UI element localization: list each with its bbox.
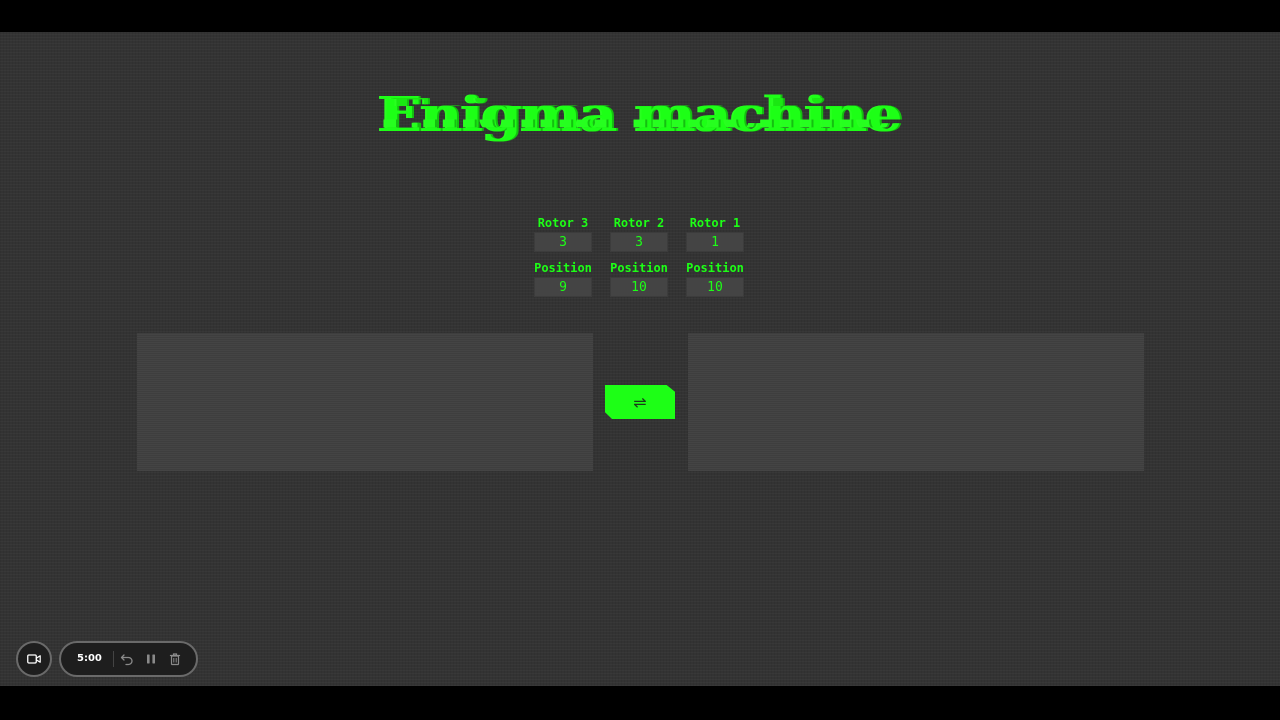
camera-button[interactable] (16, 641, 52, 677)
toolbar-divider (113, 651, 114, 667)
rotor-2-input[interactable]: 3 (610, 232, 668, 252)
title-text: Enigma machine (378, 86, 902, 144)
swap-arrows-icon: ⇌ (633, 393, 647, 412)
rotor-3-input[interactable]: 3 (534, 232, 592, 252)
input-text-area[interactable] (137, 333, 593, 471)
rotor-3-label: Rotor 3 (537, 216, 589, 230)
rotor-1-input[interactable]: 1 (686, 232, 744, 252)
recording-timer: 5:00 (77, 653, 102, 664)
pause-icon[interactable] (144, 652, 158, 666)
letterbox-top (0, 0, 1280, 32)
output-text-area[interactable] (688, 333, 1144, 471)
rotor-3-position-label: Position (534, 261, 592, 275)
swap-button[interactable]: ⇌ (605, 385, 675, 419)
app-stage: Enigma machine Enigma machine Enigma mac… (0, 32, 1280, 686)
trash-icon[interactable] (168, 652, 182, 666)
rotor-1-position-label: Position (686, 261, 744, 275)
page-title: Enigma machine Enigma machine Enigma mac… (340, 82, 940, 162)
rotor-1-label: Rotor 1 (689, 216, 741, 230)
letterbox-bottom (0, 686, 1280, 720)
recording-toolbar: 5:00 (59, 641, 198, 677)
rotor-2-label: Rotor 2 (613, 216, 665, 230)
rotor-3-position-input[interactable]: 9 (534, 277, 592, 297)
rotor-2-position-label: Position (610, 261, 668, 275)
rotor-2-position-input[interactable]: 10 (610, 277, 668, 297)
undo-icon[interactable] (120, 652, 134, 666)
rotor-1-position-input[interactable]: 10 (686, 277, 744, 297)
camera-icon (27, 654, 41, 664)
